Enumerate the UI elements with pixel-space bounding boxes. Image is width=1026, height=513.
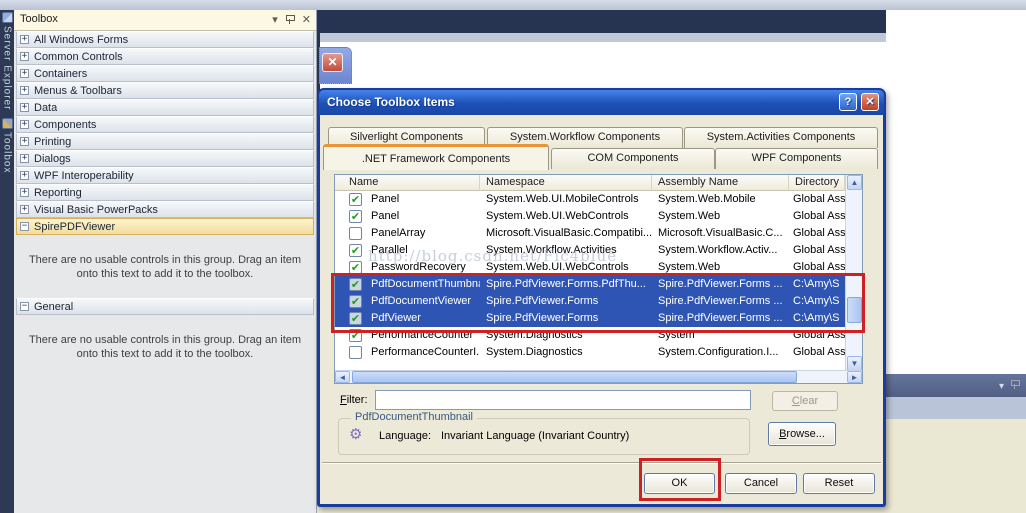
filter-input[interactable] [375, 390, 751, 410]
choose-toolbox-items-dialog: Choose Toolbox Items ? ✕ Silverlight Com… [317, 88, 886, 507]
toolbox-category-reporting[interactable]: +Reporting [16, 184, 314, 201]
pin-icon[interactable] [285, 13, 295, 24]
column-header-namespace[interactable]: Namespace [480, 175, 652, 191]
designer-form-corner: ✕ [319, 47, 352, 84]
column-header-directory[interactable]: Directory [789, 175, 845, 191]
toolbox-category-menus-toolbars[interactable]: +Menus & Toolbars [16, 82, 314, 99]
toolbox-category-printing[interactable]: +Printing [16, 133, 314, 150]
window-menu-icon[interactable]: ▾ [272, 13, 278, 26]
close-icon[interactable]: ✕ [302, 13, 311, 26]
sidebar-tab-server-explorer[interactable]: Server Explorer [0, 12, 14, 110]
cancel-button[interactable]: Cancel [725, 473, 797, 494]
clear-button[interactable]: Clear [772, 391, 838, 411]
toolbox-category-containers[interactable]: +Containers [16, 65, 314, 82]
column-header-assembly-name[interactable]: Assembly Name [652, 175, 789, 191]
close-button[interactable]: ✕ [861, 93, 879, 111]
language-label: Language: [379, 430, 431, 442]
table-row[interactable]: ✔PanelArrayMicrosoft.VisualBasic.Compati… [335, 225, 845, 242]
toolbox-titlebar[interactable]: Toolbox ▾ ✕ [14, 10, 316, 31]
checkbox-icon[interactable]: ✔ [349, 244, 362, 257]
footer-divider [322, 462, 881, 464]
toolbox-category-dialogs[interactable]: +Dialogs [16, 150, 314, 167]
expand-plus-icon[interactable]: + [20, 137, 29, 146]
table-row[interactable]: ✔PanelSystem.Web.UI.WebControlsSystem.We… [335, 208, 845, 225]
language-value: Invariant Language (Invariant Country) [441, 430, 629, 442]
expand-plus-icon[interactable]: + [20, 69, 29, 78]
checkbox-icon[interactable]: ✔ [349, 346, 362, 359]
help-button[interactable]: ? [839, 93, 857, 111]
dock-panel-header[interactable]: ▾ [886, 374, 1026, 397]
dock-beige-area [886, 419, 1026, 513]
group-legend: PdfDocumentThumbnail [351, 411, 477, 423]
annotation-red-rect-rows [331, 273, 865, 333]
table-header: Name Namespace Assembly Name Directory [335, 175, 862, 191]
checkbox-icon[interactable]: ✔ [349, 193, 362, 206]
sidebar-tab-toolbox[interactable]: Toolbox [0, 118, 14, 173]
table-row[interactable]: ✔PerformanceCounterI...System.Diagnostic… [335, 344, 845, 361]
form-close-icon: ✕ [322, 53, 343, 72]
expand-plus-icon[interactable]: + [20, 120, 29, 129]
collapse-minus-icon[interactable]: − [20, 222, 29, 231]
watermark-text: http://blog.csdn.net/Fic4blue [368, 247, 617, 265]
expand-plus-icon[interactable]: + [20, 86, 29, 95]
activity-bar: Server Explorer Toolbox [0, 10, 14, 513]
checkbox-icon[interactable]: ✔ [349, 227, 362, 240]
dock-strip [886, 397, 1026, 419]
table-row[interactable]: ✔PanelSystem.Web.UI.MobileControlsSystem… [335, 191, 845, 208]
scroll-left-icon[interactable]: ◄ [335, 371, 350, 383]
expand-plus-icon[interactable]: + [20, 154, 29, 163]
server-explorer-label: Server Explorer [2, 26, 13, 110]
toolbox-category-data[interactable]: +Data [16, 99, 314, 116]
gear-icon: ⚙ [349, 427, 362, 443]
scroll-down-icon[interactable]: ▼ [847, 356, 862, 371]
filter-label: Filter: [340, 394, 368, 406]
ide-root: Server Explorer Toolbox ✕ ▾ Toolbox ▾ ✕ [0, 0, 1026, 513]
ide-top-strip [0, 0, 1026, 10]
toolbox-icon [2, 118, 13, 129]
tab-system-activities-components[interactable]: System.Activities Components [684, 127, 878, 148]
expand-plus-icon[interactable]: + [20, 35, 29, 44]
expand-plus-icon[interactable]: + [20, 188, 29, 197]
toolbox-category-general[interactable]: −General [16, 298, 314, 315]
dialog-titlebar[interactable]: Choose Toolbox Items ? ✕ [319, 90, 884, 115]
expand-plus-icon[interactable]: + [20, 103, 29, 112]
reset-button[interactable]: Reset [803, 473, 875, 494]
collapse-minus-icon[interactable]: − [20, 302, 29, 311]
pin-icon [1010, 378, 1020, 389]
column-header-name[interactable]: Name [335, 175, 480, 191]
expand-plus-icon[interactable]: + [20, 205, 29, 214]
component-info-group: PdfDocumentThumbnail ⚙ Language: Invaria… [338, 418, 750, 455]
toolbox-category-vb-powerpacks[interactable]: +Visual Basic PowerPacks [16, 201, 314, 218]
toolbox-category-components[interactable]: +Components [16, 116, 314, 133]
tab-net-framework-components[interactable]: .NET Framework Components [323, 144, 549, 170]
toolbox-category-spirepdfviewer[interactable]: −SpirePDFViewer [16, 218, 314, 235]
toolbox-empty-note: There are no usable controls in this gro… [28, 253, 302, 281]
toolbox-category-wpf-interoperability[interactable]: +WPF Interoperability [16, 167, 314, 184]
toolbox-category-all-windows-forms[interactable]: +All Windows Forms [16, 31, 314, 48]
scroll-right-icon[interactable]: ► [847, 371, 862, 383]
horizontal-scrollbar-thumb[interactable] [352, 371, 797, 383]
expand-plus-icon[interactable]: + [20, 171, 29, 180]
browse-button[interactable]: Browse... [768, 422, 836, 446]
scroll-up-icon[interactable]: ▲ [847, 175, 862, 190]
annotation-red-rect-ok [639, 458, 721, 501]
dialog-title: Choose Toolbox Items [327, 95, 455, 109]
toolbox-empty-note: There are no usable controls in this gro… [28, 333, 302, 361]
server-explorer-icon [2, 12, 13, 23]
toolbox-panel: Toolbox ▾ ✕ +All Windows Forms +Common C… [14, 10, 317, 513]
checkbox-icon[interactable]: ✔ [349, 210, 362, 223]
right-dock: ▾ [886, 10, 1026, 513]
chevron-down-icon: ▾ [999, 381, 1010, 392]
expand-plus-icon[interactable]: + [20, 52, 29, 61]
toolbox-category-common-controls[interactable]: +Common Controls [16, 48, 314, 65]
horizontal-scrollbar[interactable]: ◄ ► [335, 370, 862, 383]
tab-wpf-components[interactable]: WPF Components [715, 148, 878, 169]
toolbox-tab-label: Toolbox [2, 132, 13, 173]
toolbox-title: Toolbox [20, 13, 58, 25]
tab-com-components[interactable]: COM Components [551, 148, 715, 169]
